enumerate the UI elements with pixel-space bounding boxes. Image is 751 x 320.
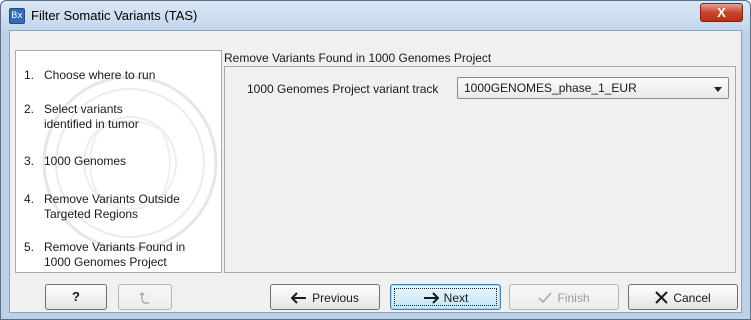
arrow-left-icon — [291, 292, 307, 304]
app-icon: Bx — [9, 8, 25, 24]
next-button[interactable]: Next — [390, 284, 501, 310]
cancel-label: Cancel — [673, 290, 711, 305]
dialog-body: 1. Choose where to run 2. Select variant… — [9, 30, 742, 313]
dialog-window: Bx Filter Somatic Variants (TAS) X 1. Ch… — [0, 0, 751, 320]
step-number: 1. — [24, 68, 35, 82]
step-label: Remove Variants Outside Targeted Regions — [44, 192, 180, 221]
finish-label: Finish — [557, 290, 590, 305]
step-label: Select variants identified in tumor — [44, 102, 139, 131]
options-panel: 1000 Genomes Project variant track 1000G… — [224, 66, 736, 273]
step-number: 3. — [24, 154, 35, 168]
step-label: Remove Variants Found in 1000 Genomes Pr… — [44, 240, 186, 269]
step-label: Choose where to run — [44, 68, 156, 82]
panel-title: Remove Variants Found in 1000 Genomes Pr… — [224, 51, 492, 65]
previous-label: Previous — [312, 290, 359, 305]
variant-track-value: 1000GENOMES_phase_1_EUR — [464, 81, 637, 95]
chevron-down-icon — [714, 87, 722, 92]
step-number: 2. — [24, 102, 35, 116]
title-bar[interactable]: Bx Filter Somatic Variants (TAS) X — [1, 1, 750, 30]
variant-track-select[interactable]: 1000GENOMES_phase_1_EUR — [457, 77, 729, 99]
step-number: 5. — [24, 240, 35, 254]
cancel-button[interactable]: Cancel — [628, 284, 738, 310]
question-icon: ? — [72, 289, 80, 304]
window-title: Filter Somatic Variants (TAS) — [31, 8, 198, 23]
checkmark-icon — [538, 292, 553, 303]
help-button[interactable]: ? — [45, 284, 107, 310]
step-number: 4. — [24, 192, 35, 206]
reset-button[interactable] — [118, 284, 172, 310]
steps-panel: 1. Choose where to run 2. Select variant… — [15, 50, 222, 273]
previous-button[interactable]: Previous — [270, 284, 380, 310]
reset-icon — [139, 291, 149, 304]
focus-ring — [394, 288, 497, 306]
step-label: 1000 Genomes — [44, 154, 127, 168]
close-icon: X — [717, 5, 726, 20]
finish-button[interactable]: Finish — [509, 284, 619, 310]
x-icon — [655, 291, 669, 305]
variant-track-label: 1000 Genomes Project variant track — [247, 82, 439, 96]
close-button[interactable]: X — [700, 3, 743, 22]
